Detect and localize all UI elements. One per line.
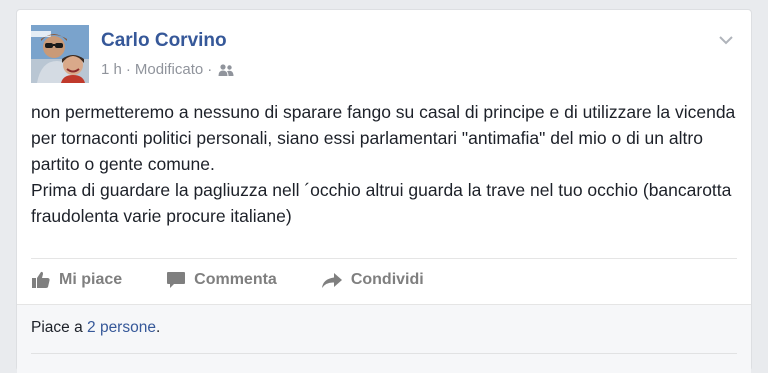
meta-separator-2: · [207,61,213,78]
edited-label[interactable]: Modificato [135,61,203,78]
friends-icon[interactable] [218,63,234,77]
post-body-paragraph: Prima di guardare la pagliuzza nell ´occ… [31,180,732,226]
author-name[interactable]: Carlo Corvino [101,30,227,52]
divider [31,353,737,354]
chevron-down-icon[interactable] [717,33,735,47]
avatar-photo [31,25,89,83]
thumbs-up-icon [32,271,50,288]
comment-label: Commenta [194,271,277,288]
post-meta: 1 h · Modificato · [101,61,234,78]
likes-summary: Piace a 2 persone. [17,304,751,373]
likes-suffix: . [155,319,161,336]
like-label: Mi piace [59,271,123,288]
post-header: Carlo Corvino 1 h · Modificato · [31,25,737,85]
share-icon [321,273,342,288]
likes-people-link[interactable]: 2 persone [87,319,156,336]
likes-text: Piace a 2 persone. [31,319,160,337]
like-button[interactable]: Mi piace [31,271,122,289]
post-card: Carlo Corvino 1 h · Modificato · non per… [16,9,752,373]
likes-prefix: Piace a [31,319,88,336]
meta-separator: · [125,61,131,78]
post-body-paragraph: non permetteremo a nessuno di sparare fa… [31,102,736,174]
comment-icon [167,272,186,288]
avatar[interactable] [31,25,89,83]
share-label: Condividi [350,271,424,288]
post-time[interactable]: 1 h [101,61,122,78]
action-bar: Mi piace Commenta Condividi [31,258,737,301]
post-body: non permetteremo a nessuno di sparare fa… [31,99,737,229]
comment-button[interactable]: Commenta [166,271,277,289]
share-button[interactable]: Condividi [321,271,424,289]
